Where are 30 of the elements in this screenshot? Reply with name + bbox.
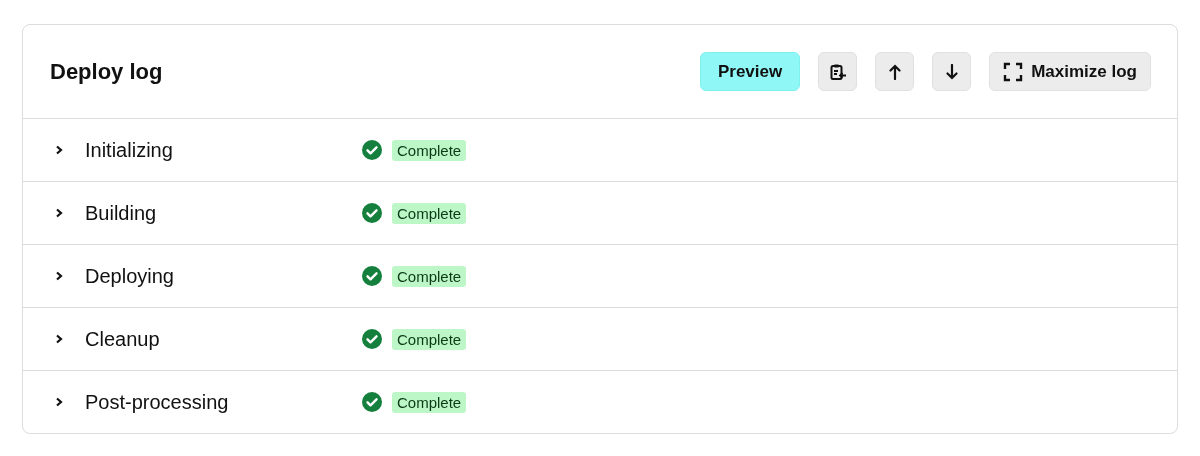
check-circle-icon [362,140,382,160]
check-circle-icon [362,266,382,286]
preview-button[interactable]: Preview [699,52,801,91]
step-name: Building [85,201,158,225]
chevron-icon [54,208,64,218]
status-badge: Complete [392,139,467,161]
arrow-down-icon [944,63,959,80]
step-name: Initializing [85,138,174,162]
step-name: Post-processing [85,390,230,414]
arrow-up-icon [887,63,902,80]
check-circle-icon [362,329,382,349]
scroll-down-button[interactable] [932,52,972,91]
chevron-icon [54,334,64,344]
clipboard-icon [828,62,847,81]
card-title: Deploy log [50,58,164,85]
maximize-log-button[interactable]: Maximize log [989,52,1151,91]
scroll-up-button[interactable] [875,52,915,91]
check-circle-icon [362,392,382,412]
status-badge: Complete [392,265,467,287]
chevron-icon [54,271,64,281]
step-name: Deploying [85,264,175,288]
maximize-icon [1003,61,1024,82]
step-name: Cleanup [85,327,161,351]
chevron-icon [54,397,64,407]
chevron-icon [54,145,64,155]
copy-button[interactable] [818,52,858,91]
check-circle-icon [362,203,382,223]
status-badge: Complete [392,328,467,350]
status-badge: Complete [392,202,467,224]
status-badge: Complete [392,391,467,413]
